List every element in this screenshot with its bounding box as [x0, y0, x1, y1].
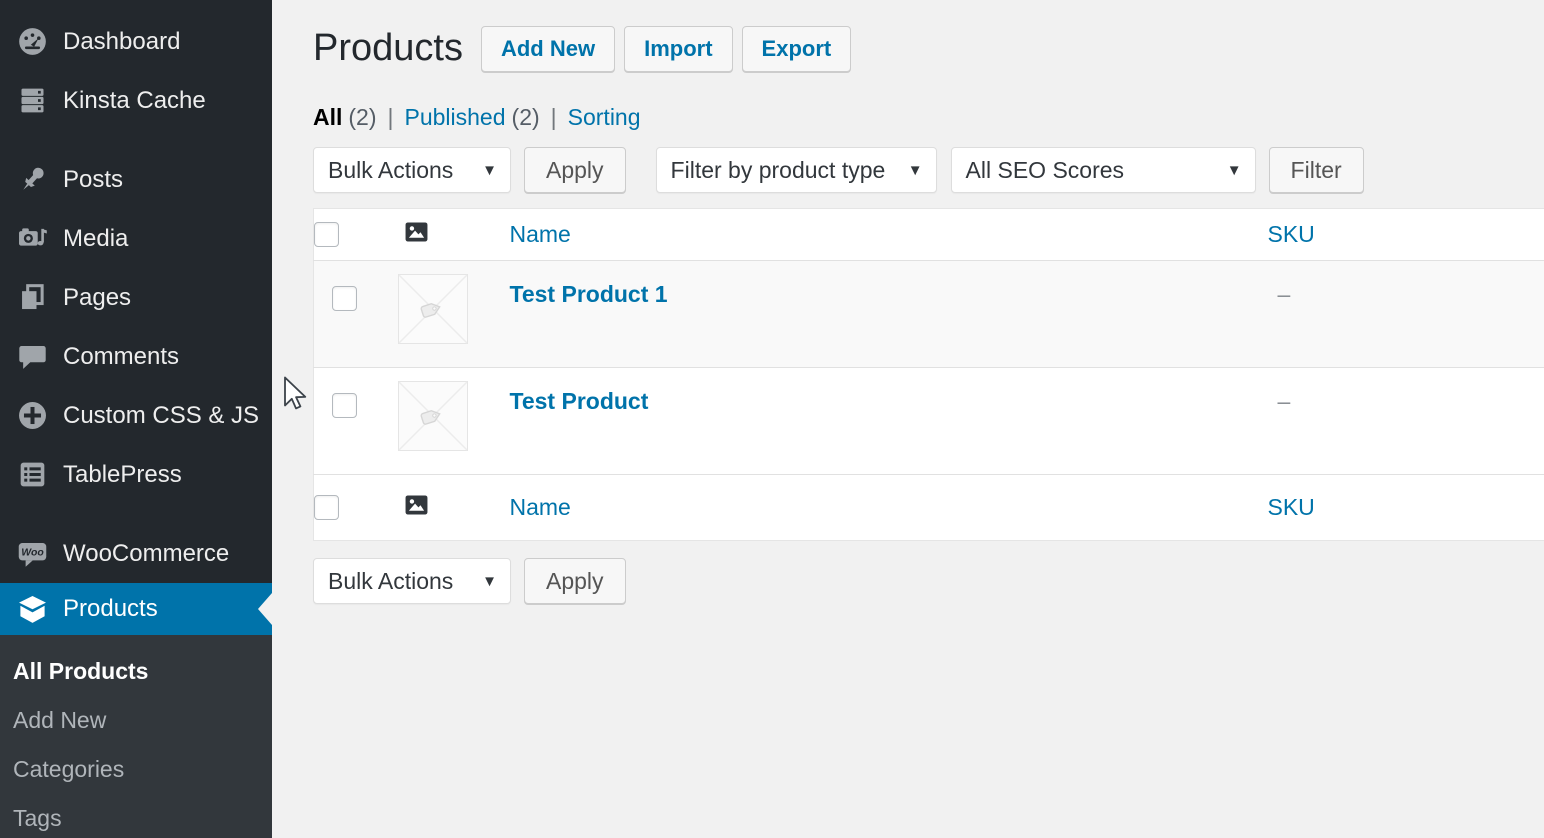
submenu-item-all-products[interactable]: All Products	[0, 647, 272, 696]
product-box-icon	[14, 591, 50, 627]
table-list-icon	[14, 457, 50, 493]
sort-by-sku-link[interactable]: SKU	[1268, 221, 1315, 247]
select-all-checkbox[interactable]	[314, 222, 339, 247]
bulk-actions-value: Bulk Actions	[328, 157, 453, 184]
sidebar-item-comments[interactable]: Comments	[0, 327, 272, 386]
speech-bubble-icon	[14, 339, 50, 375]
image-column-icon	[405, 495, 428, 520]
sidebar-item-label: Dashboard	[63, 28, 180, 56]
view-sorting: Sorting	[568, 104, 641, 131]
caret-down-icon: ▼	[482, 162, 497, 179]
apply-button[interactable]: Apply	[524, 147, 626, 193]
svg-text:Woo: Woo	[21, 548, 44, 559]
view-separator: |	[551, 104, 557, 131]
main-content: Products Add New Import Export All (2) |…	[272, 0, 1544, 838]
dashboard-icon	[14, 24, 50, 60]
page-title: Products	[313, 27, 463, 71]
view-sorting-link[interactable]: Sorting	[568, 104, 641, 131]
filter-button[interactable]: Filter	[1269, 147, 1364, 193]
seo-scores-filter-select[interactable]: All SEO Scores ▼	[951, 147, 1256, 193]
sidebar-item-label: Posts	[63, 166, 123, 194]
product-sku: –	[1268, 261, 1544, 368]
admin-sidebar: Dashboard Kinsta Cache Posts Media	[0, 0, 272, 838]
caret-down-icon: ▼	[482, 573, 497, 590]
admin-menu: Dashboard Kinsta Cache Posts Media	[0, 0, 272, 838]
view-published: Published (2)	[405, 104, 540, 131]
sidebar-item-custom-css-js[interactable]: Custom CSS & JS	[0, 386, 272, 445]
product-type-filter-select[interactable]: Filter by product type ▼	[656, 147, 937, 193]
sidebar-item-posts[interactable]: Posts	[0, 150, 272, 209]
sidebar-item-pages[interactable]: Pages	[0, 268, 272, 327]
sidebar-item-label: Products	[63, 595, 158, 623]
sidebar-item-products[interactable]: Products	[0, 583, 272, 635]
wordpress-admin: Dashboard Kinsta Cache Posts Media	[0, 0, 1544, 838]
product-row: Test Product 1 –	[314, 261, 1544, 368]
import-button[interactable]: Import	[624, 26, 732, 72]
pages-icon	[14, 280, 50, 316]
bulk-actions-value: Bulk Actions	[328, 568, 453, 595]
sidebar-item-woocommerce[interactable]: Woo WooCommerce	[0, 524, 272, 583]
row-checkbox[interactable]	[332, 286, 357, 311]
sidebar-item-label: Comments	[63, 343, 179, 371]
sidebar-item-label: Kinsta Cache	[63, 87, 206, 115]
view-separator: |	[388, 104, 394, 131]
sidebar-item-dashboard[interactable]: Dashboard	[0, 12, 272, 71]
image-column-icon	[405, 222, 428, 247]
products-table: Name SKU Test Product 1 –	[313, 208, 1544, 541]
submenu-item-categories[interactable]: Categories	[0, 745, 272, 794]
product-row: Test Product –	[314, 368, 1544, 475]
plus-circle-icon	[14, 398, 50, 434]
sidebar-item-label: Custom CSS & JS	[63, 402, 259, 430]
caret-down-icon: ▼	[1227, 162, 1242, 179]
select-all-checkbox-footer[interactable]	[314, 495, 339, 520]
seo-scores-filter-value: All SEO Scores	[966, 157, 1125, 184]
view-all-link[interactable]: All	[313, 104, 342, 131]
server-stack-icon	[14, 83, 50, 119]
view-filter-list: All (2) | Published (2) | Sorting	[313, 104, 1544, 131]
caret-down-icon: ▼	[908, 162, 923, 179]
sort-by-name-link[interactable]: Name	[510, 221, 571, 247]
menu-separator	[0, 504, 272, 524]
pushpin-icon	[14, 162, 50, 198]
sidebar-item-kinsta-cache[interactable]: Kinsta Cache	[0, 71, 272, 130]
sort-by-name-link-footer[interactable]: Name	[510, 494, 571, 520]
export-button[interactable]: Export	[742, 26, 852, 72]
menu-separator	[0, 130, 272, 150]
product-type-filter-value: Filter by product type	[671, 157, 886, 184]
submenu-item-tags[interactable]: Tags	[0, 794, 272, 838]
product-name-link[interactable]: Test Product 1	[510, 281, 668, 307]
products-submenu: All Products Add New Categories Tags	[0, 635, 272, 838]
apply-button-bottom[interactable]: Apply	[524, 558, 626, 604]
table-footer-header-row: Name SKU	[314, 475, 1544, 541]
sidebar-item-label: Media	[63, 225, 128, 253]
sort-by-sku-link-footer[interactable]: SKU	[1268, 494, 1315, 520]
submenu-item-add-new[interactable]: Add New	[0, 696, 272, 745]
camera-note-icon	[14, 221, 50, 257]
add-new-button[interactable]: Add New	[481, 26, 615, 72]
top-toolbar: Bulk Actions ▼ Apply Filter by product t…	[313, 147, 1544, 193]
table-header-row: Name SKU	[314, 209, 1544, 261]
sidebar-item-media[interactable]: Media	[0, 209, 272, 268]
product-thumbnail-placeholder[interactable]	[398, 274, 468, 344]
bottom-toolbar: Bulk Actions ▼ Apply	[313, 558, 1544, 604]
woocommerce-bubble-icon: Woo	[14, 536, 50, 572]
sidebar-item-label: WooCommerce	[63, 540, 229, 568]
view-published-count: (2)	[512, 104, 540, 131]
view-published-link[interactable]: Published	[405, 104, 506, 131]
product-name-link[interactable]: Test Product	[510, 388, 649, 414]
row-checkbox[interactable]	[332, 393, 357, 418]
page-header: Products Add New Import Export	[313, 26, 1544, 72]
bulk-actions-select[interactable]: Bulk Actions ▼	[313, 147, 511, 193]
product-sku: –	[1268, 368, 1544, 475]
view-all-count: (2)	[348, 104, 376, 131]
sidebar-item-tablepress[interactable]: TablePress	[0, 445, 272, 504]
sidebar-item-label: Pages	[63, 284, 131, 312]
view-all: All (2)	[313, 104, 377, 131]
bulk-actions-select-bottom[interactable]: Bulk Actions ▼	[313, 558, 511, 604]
sidebar-item-label: TablePress	[63, 461, 182, 489]
product-thumbnail-placeholder[interactable]	[398, 381, 468, 451]
